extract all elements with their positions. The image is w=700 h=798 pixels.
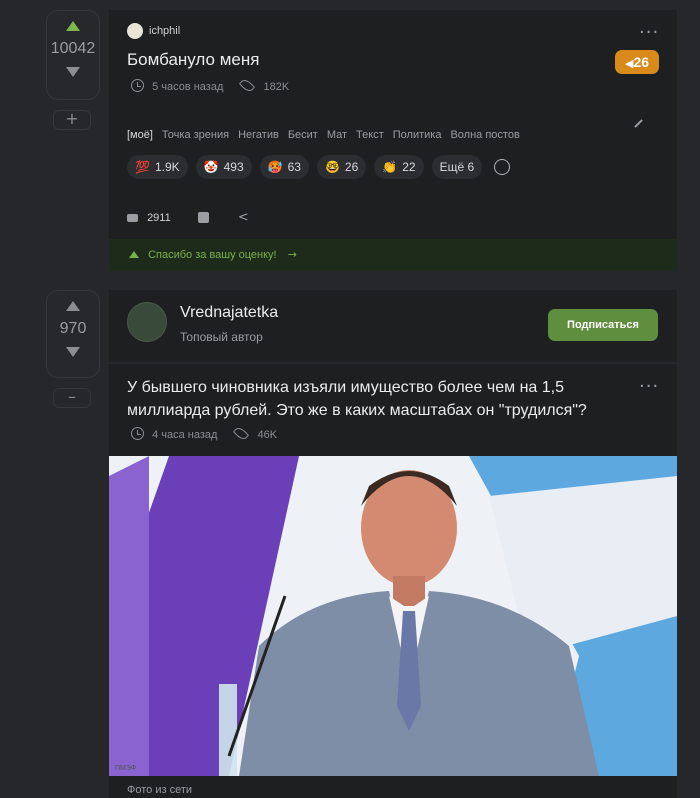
tag[interactable]: Текст bbox=[356, 129, 384, 141]
collapse-button[interactable]: – bbox=[53, 388, 91, 408]
reaction-item[interactable]: 🤓 26 bbox=[316, 155, 367, 179]
post-card: ichphil ··· Бомбануло меня ◀26 5 часов н… bbox=[109, 10, 677, 239]
post-views: 182K bbox=[263, 81, 290, 93]
arrow-up-icon bbox=[129, 251, 139, 258]
tag[interactable]: Точка зрения bbox=[162, 129, 229, 141]
avatar[interactable] bbox=[127, 302, 167, 342]
reaction-count: 1.9K bbox=[154, 160, 180, 174]
clock-icon bbox=[131, 79, 144, 92]
subscribe-button[interactable]: Подписаться bbox=[548, 309, 658, 341]
share-icon[interactable]: < bbox=[238, 210, 249, 225]
reaction-count: 22 bbox=[402, 160, 416, 174]
author-name[interactable]: ichphil bbox=[149, 25, 180, 37]
author-card: Vrednajatetka Топовый автор Подписаться bbox=[109, 290, 677, 362]
post-title[interactable]: У бывшего чиновника изъяли имущество бол… bbox=[127, 376, 617, 422]
tag[interactable]: Негатив bbox=[238, 129, 279, 141]
post-time: 5 часов назад bbox=[152, 81, 224, 93]
tag[interactable]: Политика bbox=[393, 129, 442, 141]
post-meta: 4 часа назад 46K bbox=[131, 425, 278, 442]
svg-text:ПМЭФ: ПМЭФ bbox=[115, 765, 136, 772]
edit-tags-icon[interactable] bbox=[634, 119, 643, 128]
expand-button[interactable]: + bbox=[53, 110, 91, 130]
nerd-emoji-icon: 🤓 bbox=[324, 160, 340, 174]
clown-emoji-icon: 🤡 bbox=[203, 160, 219, 174]
rating-widget: 970 bbox=[46, 290, 100, 378]
photo-illustration: ПМЭФ bbox=[109, 456, 677, 776]
author-name[interactable]: Vrednajatetka bbox=[180, 304, 278, 322]
tag-list: [моё] Точка зрения Негатив Бесит Мат Текст Пол… bbox=[127, 125, 529, 143]
hot-badge[interactable]: ◀26 bbox=[615, 50, 659, 74]
hundred-emoji-icon: 💯 bbox=[135, 160, 150, 174]
avatar[interactable] bbox=[127, 23, 143, 39]
tag[interactable]: Мат bbox=[327, 129, 347, 141]
add-reaction-icon[interactable] bbox=[494, 159, 511, 175]
clap-emoji-icon: 👏 bbox=[382, 160, 398, 174]
reaction-count: 493 bbox=[223, 160, 244, 174]
post-card: У бывшего чиновника изъяли имущество бол… bbox=[109, 364, 677, 798]
eye-icon bbox=[233, 425, 250, 442]
more-options-icon[interactable]: ··· bbox=[639, 22, 659, 43]
thanks-banner: Спасибо за вашу оценку! → bbox=[109, 239, 677, 271]
more-reactions-button[interactable]: Ещё 6 bbox=[431, 155, 483, 179]
arrow-right-icon[interactable]: → bbox=[288, 248, 297, 261]
eye-icon bbox=[239, 77, 256, 94]
reaction-item[interactable]: 🥵 63 bbox=[259, 155, 309, 179]
reaction-item[interactable]: 💯 1.9K bbox=[127, 155, 188, 179]
clock-icon bbox=[131, 427, 144, 440]
upvote-icon[interactable] bbox=[66, 21, 80, 31]
hot-face-emoji-icon: 🥵 bbox=[267, 160, 283, 174]
post-image[interactable]: ПМЭФ bbox=[109, 456, 677, 776]
tag[interactable]: Бесит bbox=[288, 129, 318, 141]
rating-value: 10042 bbox=[50, 40, 96, 57]
reaction-item[interactable]: 👏 22 bbox=[374, 155, 424, 179]
tag[interactable]: Волна постов bbox=[450, 129, 519, 141]
post-title[interactable]: Бомбануло меня bbox=[127, 50, 259, 70]
image-caption: Фото из сети bbox=[127, 784, 193, 796]
tag[interactable]: [моё] bbox=[127, 129, 153, 141]
reaction-count: 63 bbox=[287, 160, 301, 174]
post-time: 4 часа назад bbox=[152, 429, 218, 441]
author-status: Топовый автор bbox=[180, 330, 263, 344]
reaction-count: 26 bbox=[344, 160, 359, 174]
more-options-icon[interactable]: ··· bbox=[639, 376, 659, 397]
upvote-icon[interactable] bbox=[66, 301, 80, 311]
post-actions: 2911 < bbox=[127, 210, 249, 225]
save-icon[interactable] bbox=[197, 212, 209, 223]
post-views: 46K bbox=[257, 429, 278, 441]
comment-count[interactable]: 2911 bbox=[147, 212, 171, 224]
downvote-icon[interactable] bbox=[66, 347, 80, 357]
reaction-item[interactable]: 🤡 493 bbox=[195, 155, 252, 179]
rating-value: 970 bbox=[59, 320, 87, 337]
comment-icon[interactable] bbox=[127, 214, 138, 222]
post-meta: 5 часов назад 182K bbox=[131, 77, 290, 94]
hot-badge-count: 26 bbox=[633, 54, 650, 70]
reactions-bar: 💯 1.9K 🤡 493 🥵 63 🤓 26 👏 22 Ещё 6 bbox=[127, 155, 511, 179]
thanks-text: Спасибо за вашу оценку! bbox=[148, 249, 277, 261]
rating-widget: 10042 bbox=[46, 10, 100, 100]
downvote-icon[interactable] bbox=[66, 67, 80, 77]
